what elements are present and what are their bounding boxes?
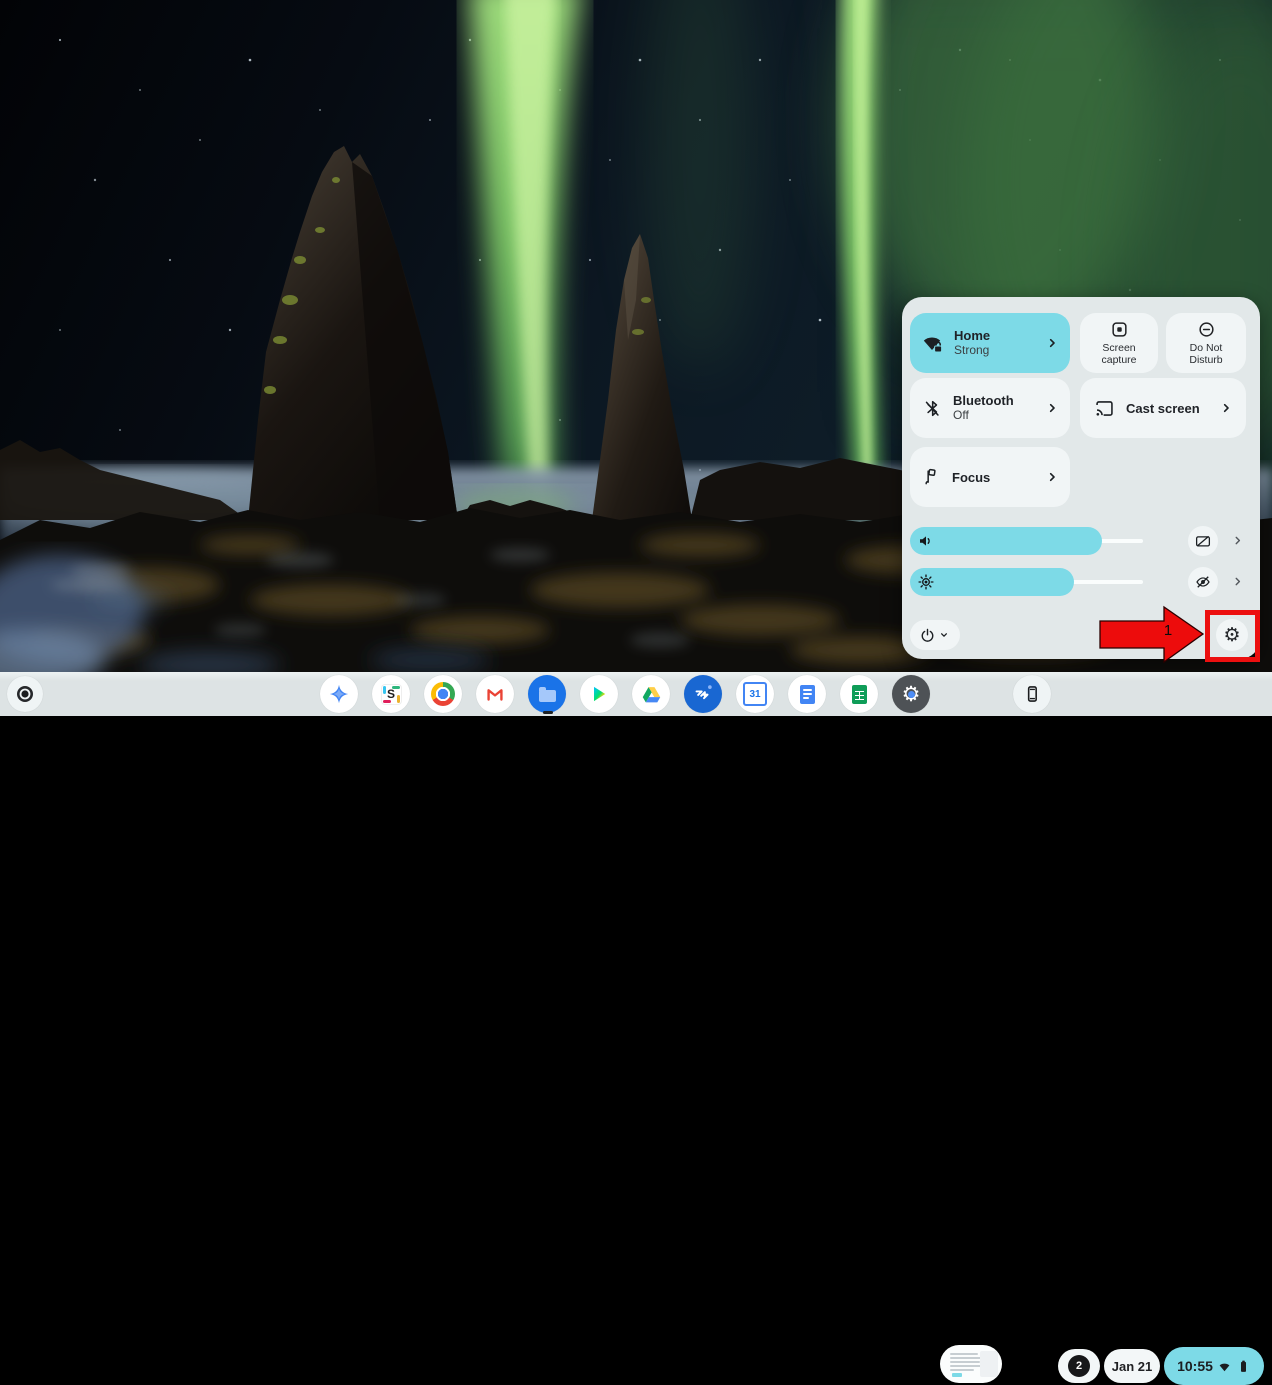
app-gemini-sparkle[interactable] — [320, 675, 358, 713]
app-docs[interactable] — [788, 675, 826, 713]
app-files[interactable] — [528, 675, 566, 713]
annotation-step-number: 1 — [1160, 622, 1176, 639]
app-chrome[interactable] — [424, 675, 462, 713]
power-button[interactable] — [910, 620, 960, 650]
do-not-disturb-icon — [1197, 320, 1216, 339]
files-folder-icon — [539, 690, 556, 702]
chevron-right-icon — [1044, 335, 1060, 351]
cast-icon — [1094, 398, 1115, 419]
shelf: S — [0, 672, 1272, 716]
launcher-button[interactable] — [7, 676, 43, 712]
cast-screen-label: Cast screen — [1126, 401, 1200, 416]
triple-chevron-icon — [692, 683, 714, 705]
brightness-row — [910, 568, 1252, 596]
power-icon — [919, 627, 936, 644]
app-calendar[interactable]: 31 — [736, 675, 774, 713]
date-text: Jan 21 — [1112, 1359, 1152, 1374]
annotation-arrow — [1096, 604, 1208, 666]
bluetooth-label: Bluetooth — [953, 393, 1014, 408]
status-tray[interactable]: 10:55 — [1164, 1347, 1264, 1385]
play-store-icon — [589, 684, 609, 704]
notification-count: 2 — [1068, 1355, 1090, 1377]
app-slack[interactable]: S — [372, 675, 410, 713]
drive-icon — [641, 684, 662, 705]
bluetooth-tile[interactable]: Bluetooth Off — [910, 378, 1070, 438]
docs-icon — [800, 685, 815, 704]
calendar-icon: 31 — [743, 682, 767, 706]
sparkle-icon — [328, 683, 350, 705]
eye-off-toggle-button[interactable] — [1188, 567, 1218, 597]
focus-icon — [922, 467, 942, 487]
date-display[interactable]: Jan 21 — [1104, 1349, 1160, 1383]
captions-off-icon — [1194, 532, 1212, 550]
screen-capture-label: Screen capture — [1088, 342, 1150, 366]
cast-screen-tile[interactable]: Cast screen — [1080, 378, 1246, 438]
battery-icon — [1236, 1359, 1251, 1374]
window-preview-thumbnail[interactable] — [940, 1345, 1002, 1383]
wifi-icon — [1217, 1359, 1232, 1374]
bluetooth-state: Off — [953, 408, 1014, 423]
app-sheets[interactable] — [840, 675, 878, 713]
gear-blue-center — [908, 691, 915, 698]
files-running-indicator — [543, 711, 553, 714]
screen-capture-tile[interactable]: Screen capture — [1080, 313, 1158, 373]
chevron-right-icon — [1044, 400, 1060, 416]
do-not-disturb-tile[interactable]: Do Not Disturb — [1166, 313, 1246, 373]
phone-hub-button[interactable] — [1013, 675, 1051, 713]
wifi-lock-icon — [922, 332, 944, 354]
volume-row — [910, 527, 1252, 555]
phone-icon — [1022, 684, 1042, 704]
brightness-slider[interactable] — [910, 568, 1147, 596]
speaker-icon — [917, 532, 935, 550]
app-gmail[interactable] — [476, 675, 514, 713]
display-settings-chevron[interactable] — [1230, 574, 1245, 594]
bluetooth-off-icon — [922, 398, 943, 419]
app-play-store[interactable] — [580, 675, 618, 713]
network-strength: Strong — [954, 343, 990, 358]
focus-tile[interactable]: Focus — [910, 447, 1070, 507]
chevron-right-icon — [1044, 469, 1060, 485]
audio-settings-chevron[interactable] — [1230, 533, 1245, 553]
sheets-icon — [852, 685, 867, 704]
volume-slider[interactable] — [910, 527, 1147, 555]
time-text: 10:55 — [1177, 1358, 1213, 1374]
slack-icon: S — [381, 684, 402, 705]
chevron-right-icon — [1218, 400, 1234, 416]
captions-toggle-button[interactable] — [1188, 526, 1218, 556]
network-name: Home — [954, 328, 990, 343]
notification-counter[interactable]: 2 — [1058, 1349, 1100, 1383]
eye-off-icon — [1194, 573, 1212, 591]
network-tile[interactable]: Home Strong — [910, 313, 1070, 373]
chevron-down-icon — [937, 628, 951, 642]
app-drive[interactable] — [632, 675, 670, 713]
focus-label: Focus — [952, 470, 990, 485]
screen-record-icon — [1110, 320, 1129, 339]
annotation-highlight-box — [1205, 610, 1260, 662]
gmail-icon — [484, 683, 506, 705]
do-not-disturb-label: Do Not Disturb — [1175, 342, 1237, 366]
chrome-icon — [431, 682, 455, 706]
launcher-icon — [14, 683, 36, 705]
app-settings[interactable]: ⚙ — [892, 675, 930, 713]
app-arrows[interactable] — [684, 675, 722, 713]
brightness-icon — [917, 573, 935, 591]
